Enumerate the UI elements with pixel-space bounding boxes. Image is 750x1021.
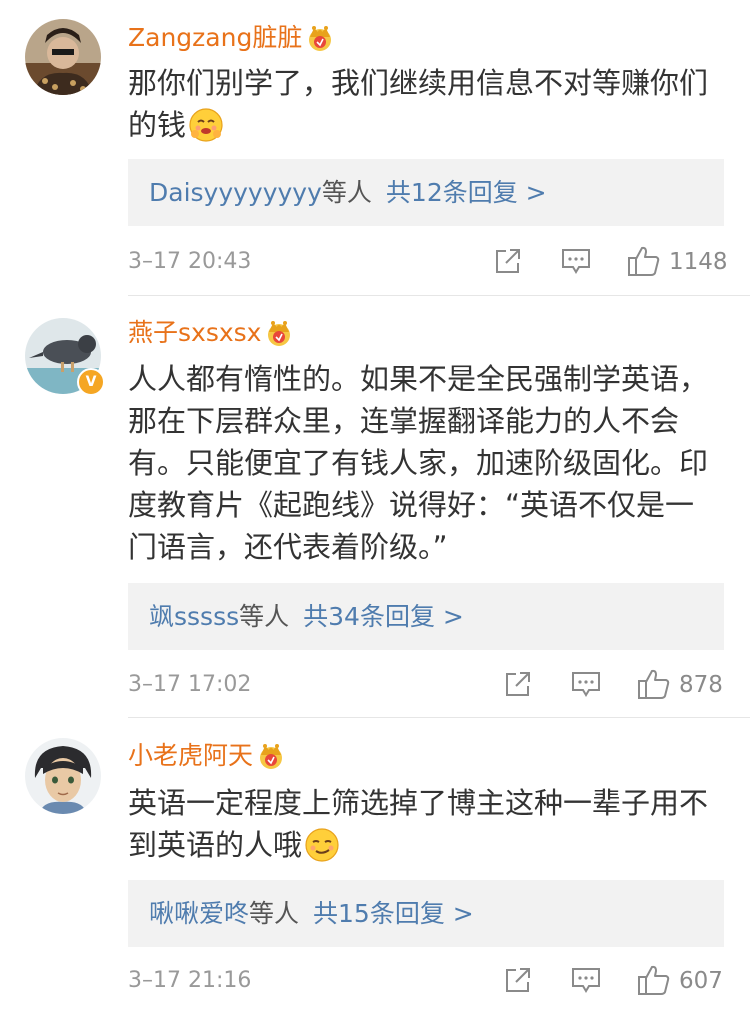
reply-suffix: 等人 [239,602,290,631]
comment-time: 3–17 20:43 [128,249,252,274]
reply-count-link[interactable]: 共12条回复 > [386,178,547,207]
like-button[interactable] [627,245,661,281]
thumbs-up-icon [638,669,670,699]
avatar[interactable] [25,19,101,95]
smiling-hug-emoji-icon [188,107,224,154]
username-text[interactable]: 小老虎阿天 [128,741,253,770]
comment-item: 小老虎阿天 英语一定程度上筛选掉了博主这种一辈子用不到英语的人哦 啾啾爱咚等人共… [0,718,750,1021]
crown-badge-icon [264,319,294,355]
reply-usernames[interactable]: 啾啾爱咚 [149,899,249,928]
reply-suffix: 等人 [249,899,300,928]
replies-preview[interactable]: 啾啾爱咚等人 共15条回复 > [128,880,724,947]
like-button[interactable] [637,964,671,1000]
comment-icon [572,968,600,993]
comment-item: V 燕子sxsxsx 人人都有惰性的。如果不是全民强制学英语，那在下层群众里，连… [0,296,750,718]
username[interactable]: 小老虎阿天 [128,740,286,778]
share-button[interactable] [504,670,532,702]
comment-text: 英语一定程度上筛选掉了博主这种一辈子用不到英语的人哦 [128,782,718,874]
share-icon [496,249,520,273]
comment-text: 那你们别学了，我们继续用信息不对等赚你们的钱 [128,62,718,154]
comment-item: Zangzang脏脏 那你们别学了，我们继续用信息不对等赚你们的钱 Daisyy… [0,0,750,296]
share-icon [506,672,530,696]
like-count: 878 [679,672,723,698]
crown-badge-icon [256,742,286,778]
crown-badge-icon [305,24,335,60]
replies-preview[interactable]: Daisyyyyyyyy等人 共12条回复 > [128,159,724,226]
thumbs-up-icon [628,246,660,276]
comment-icon [572,672,600,697]
verified-badge: V [77,368,105,396]
reply-count-link[interactable]: 共34条回复 > [303,602,464,631]
comment-body: 英语一定程度上筛选掉了博主这种一辈子用不到英语的人哦 [128,786,709,862]
username[interactable]: Zangzang脏脏 [128,22,335,60]
comment-icon [562,249,590,274]
username-text[interactable]: Zangzang脏脏 [128,23,302,52]
reply-usernames[interactable]: Daisyyyyyyyy [149,178,322,207]
share-button[interactable] [494,247,522,279]
like-button[interactable] [637,668,671,704]
comment-button[interactable] [561,247,591,279]
share-icon [506,968,530,992]
username-text[interactable]: 燕子sxsxsx [128,318,261,347]
username[interactable]: 燕子sxsxsx [128,317,294,355]
reply-usernames[interactable]: 飒sssss [149,602,239,631]
comment-button[interactable] [571,670,601,702]
reply-suffix: 等人 [321,178,372,207]
reply-count-link[interactable]: 共15条回复 > [313,899,474,928]
comment-time: 3–17 21:16 [128,968,252,993]
comment-button[interactable] [571,966,601,998]
smirk-emoji-icon [304,827,340,874]
like-count: 1148 [669,249,728,275]
comment-text: 人人都有惰性的。如果不是全民强制学英语，那在下层群众里，连掌握翻译能力的人不会有… [128,358,718,568]
avatar[interactable] [25,738,101,814]
comment-body: 人人都有惰性的。如果不是全民强制学英语，那在下层群众里，连掌握翻译能力的人不会有… [128,362,709,564]
replies-preview[interactable]: 飒sssss等人 共34条回复 > [128,583,724,650]
like-count: 607 [679,968,723,994]
thumbs-up-icon [638,965,670,995]
share-button[interactable] [504,966,532,998]
comment-time: 3–17 17:02 [128,672,252,697]
